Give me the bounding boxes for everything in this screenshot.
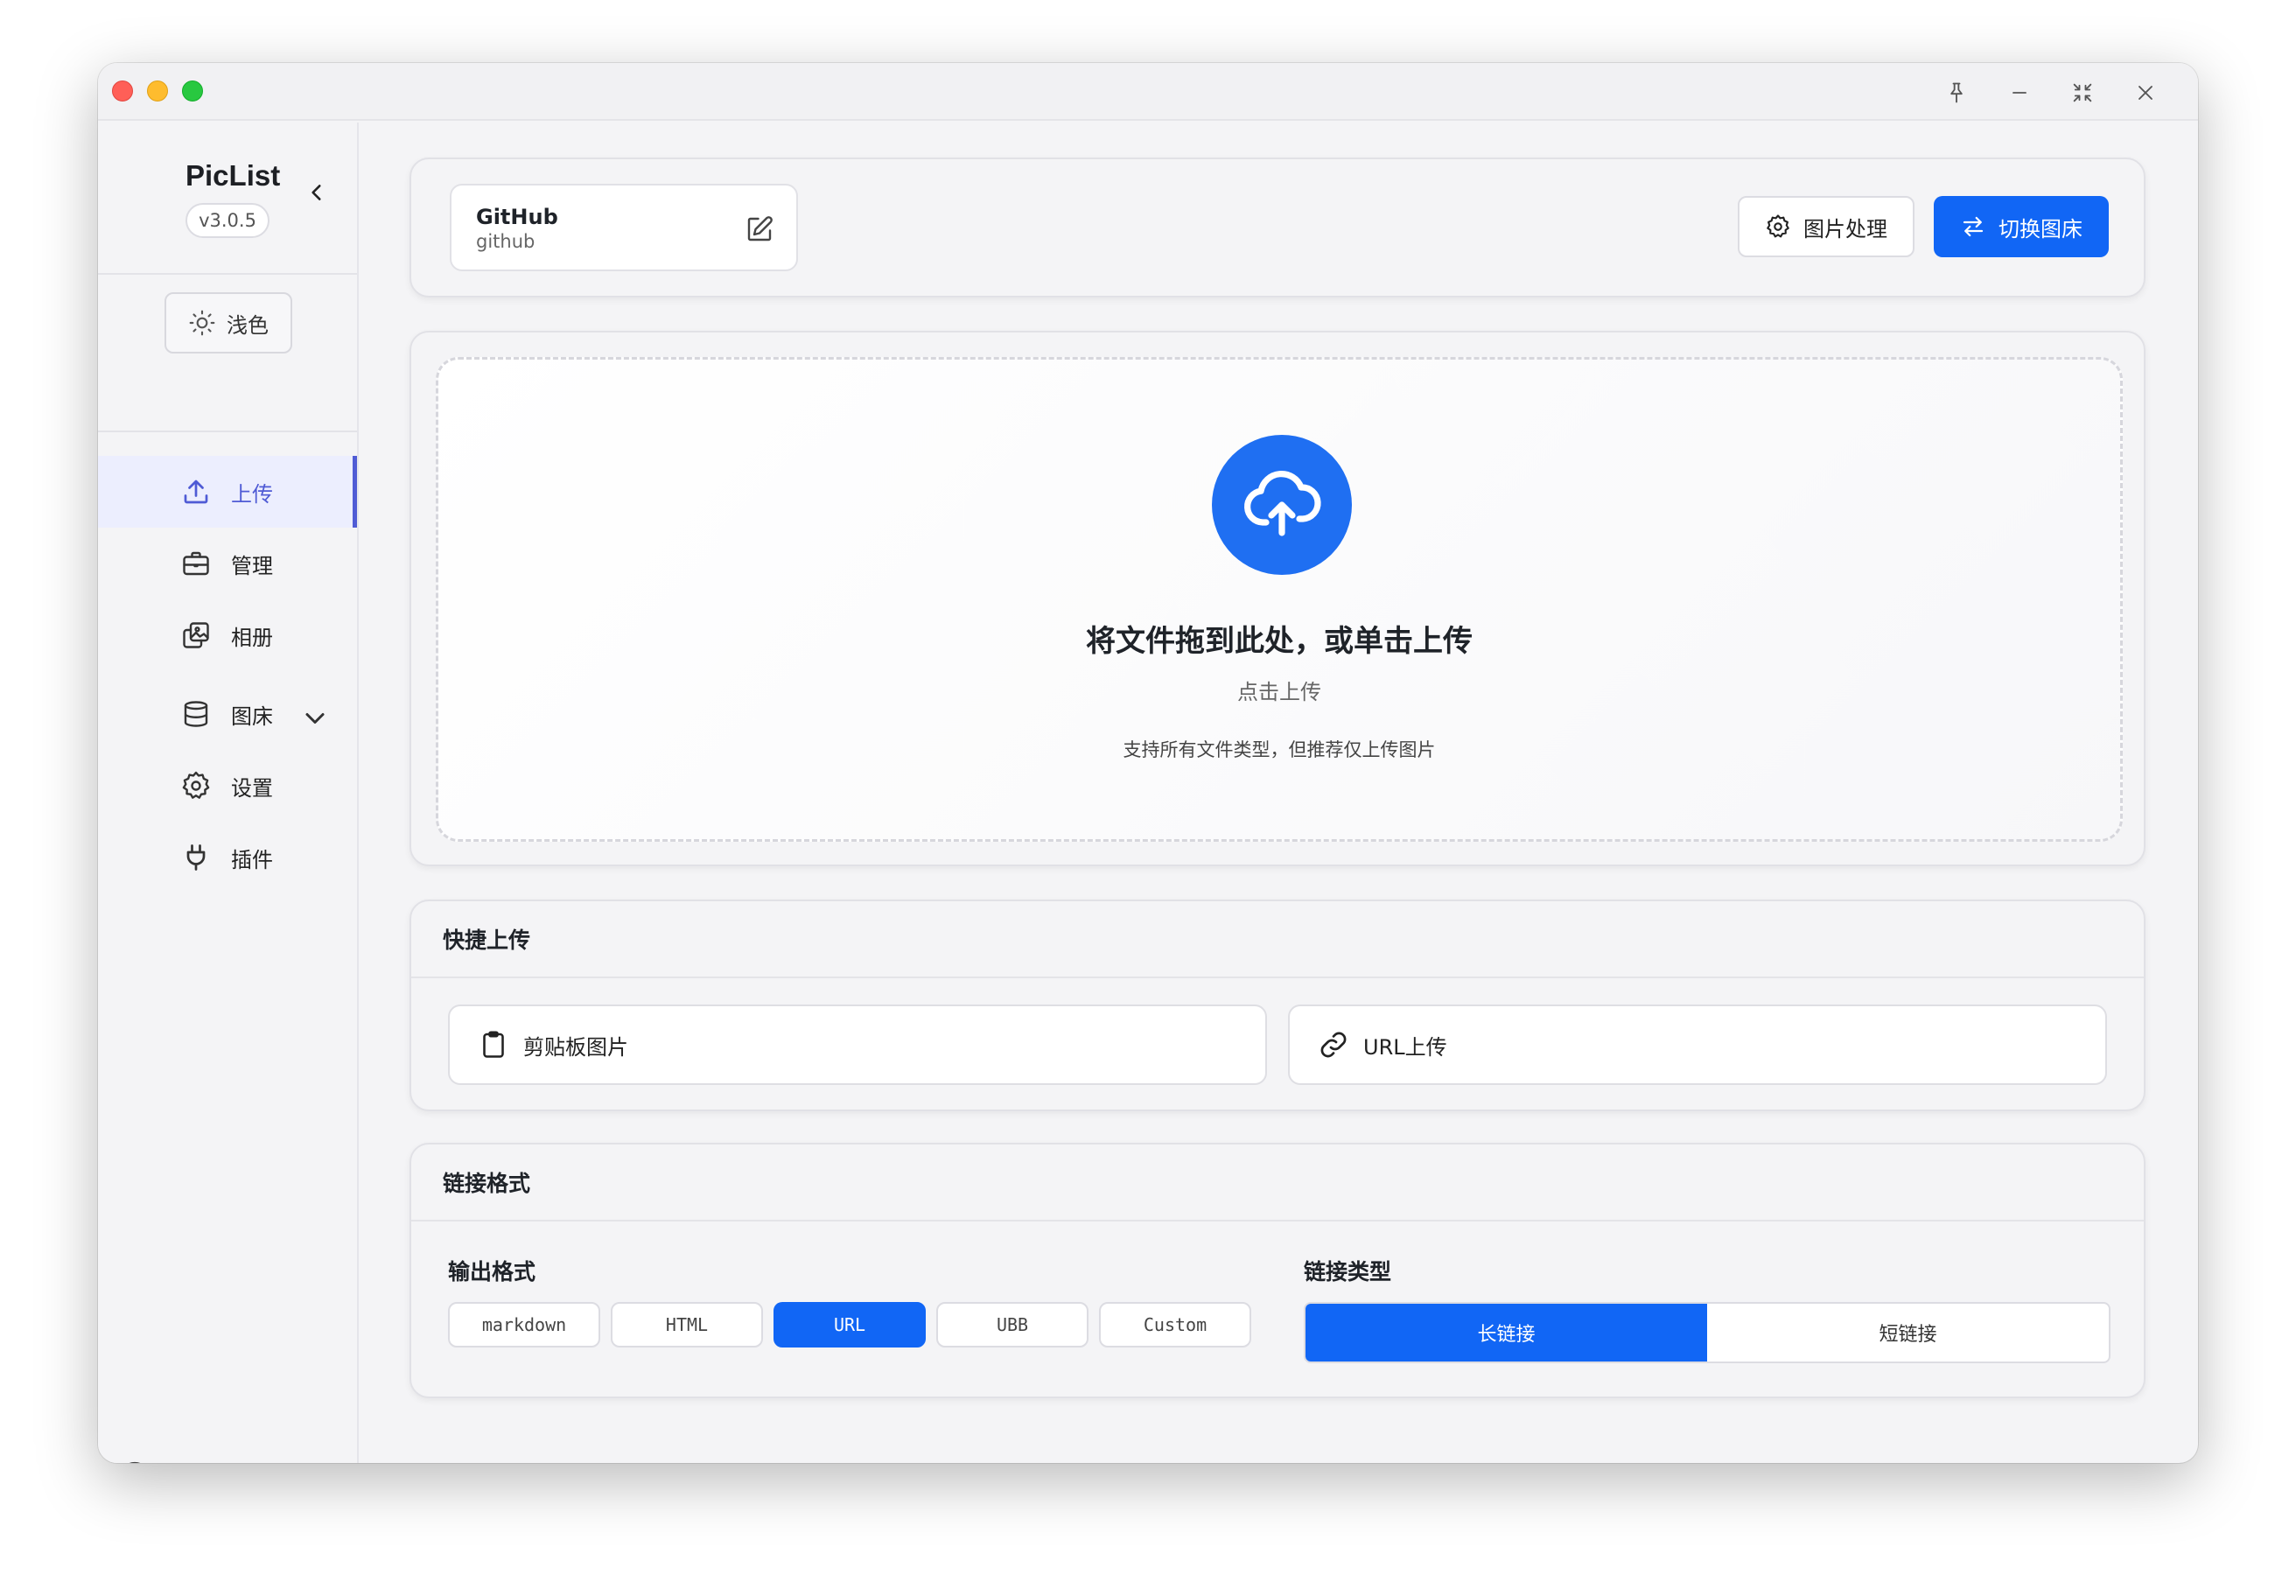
clipboard-icon [483,1031,504,1058]
sidebar-item-label: 管理 [231,553,273,578]
quick-upload-card: 快捷上传 剪贴板图片 URL上传 [410,900,2146,1111]
format-ubb-button[interactable]: UBB [936,1302,1088,1348]
zoom-window-button[interactable] [182,80,203,102]
info-icon[interactable] [117,1460,152,1463]
sun-icon [189,310,215,336]
plug-icon [186,844,206,871]
format-html-button[interactable]: HTML [611,1302,763,1348]
sidebar-item-upload[interactable]: 上传 [98,456,357,528]
drop-subtitle: 点击上传 [1237,680,1321,704]
link-icon [1320,1032,1347,1058]
database-icon [184,701,208,727]
pin-icon[interactable] [1939,75,1974,110]
clipboard-upload-button[interactable]: 剪贴板图片 [448,1004,1267,1085]
drop-title: 将文件拖到此处，或单击上传 [1086,624,1473,659]
format-markdown-button[interactable]: markdown [448,1302,600,1348]
current-provider[interactable]: GitHub github [450,184,798,271]
upload-icon [184,480,208,504]
theme-label: 浅色 [227,312,269,338]
sidebar-item-manage[interactable]: 管理 [98,528,357,599]
provider-card: GitHub github 图片处理 切换图床 [410,158,2146,298]
minimize-icon[interactable] [2002,75,2037,110]
close-window-button[interactable] [112,80,133,102]
long-link-option[interactable]: 长链接 [1306,1304,1707,1362]
provider-name: GitHub [476,205,558,229]
sidebar-item-label: 上传 [231,481,273,507]
minimize-window-button[interactable] [147,80,168,102]
sidebar-item-plugins[interactable]: 插件 [98,822,357,893]
quick-upload-title: 快捷上传 [411,901,2144,978]
drop-zone[interactable]: 将文件拖到此处，或单击上传 点击上传 支持所有文件类型，但推荐仅上传图片 [436,357,2123,842]
sidebar-divider [98,430,357,432]
gear-icon [182,771,210,799]
edit-icon[interactable] [744,214,775,245]
app-window: PicList v3.0.5 浅色 上传 管理 相册 图床 设置 插件 GitH… [98,63,2198,1463]
sidebar-item-gallery[interactable]: 相册 [98,599,357,671]
format-custom-button[interactable]: Custom [1099,1302,1251,1348]
short-link-option[interactable]: 短链接 [1707,1304,2109,1362]
sidebar-item-label: 设置 [231,775,273,801]
gallery-icon [183,622,209,648]
format-url-button[interactable]: URL [774,1302,926,1348]
cloud-upload-icon [1244,471,1321,536]
link-type-label: 链接类型 [1304,1259,1392,1284]
upload-button[interactable] [1212,435,1352,575]
provider-id: github [476,231,536,252]
sidebar-item-label: 插件 [231,847,273,872]
theme-toggle-button[interactable]: 浅色 [164,292,292,354]
chevron-down-icon[interactable] [299,703,331,734]
switch-picbed-label: 切换图床 [1998,216,2082,242]
image-process-label: 图片处理 [1803,216,1887,242]
sidebar-divider [98,273,357,275]
url-upload-button[interactable]: URL上传 [1288,1004,2107,1085]
sidebar-item-label: 相册 [231,625,273,650]
sidebar-item-label: 图床 [231,704,273,729]
version-badge: v3.0.5 [186,203,270,238]
sidebar-item-settings[interactable]: 设置 [98,750,357,822]
switch-picbed-button[interactable]: 切换图床 [1934,196,2109,257]
link-type-selector: 长链接 短链接 [1304,1302,2110,1363]
close-icon[interactable] [2128,75,2163,110]
drop-hint: 支持所有文件类型，但推荐仅上传图片 [1123,739,1436,760]
collapse-sidebar-icon[interactable] [301,177,332,208]
upload-card: 将文件拖到此处，或单击上传 点击上传 支持所有文件类型，但推荐仅上传图片 [410,331,2146,866]
link-format-title: 链接格式 [411,1144,2144,1222]
link-format-card: 链接格式 输出格式 markdown HTML URL UBB Custom 链… [410,1143,2146,1398]
title-bar [98,63,2198,121]
clipboard-label: 剪贴板图片 [523,1034,628,1060]
sidebar: PicList v3.0.5 浅色 上传 管理 相册 图床 设置 插件 [98,122,359,1463]
shrink-icon[interactable] [2065,75,2100,110]
swap-icon [1963,216,1984,237]
sidebar-item-picbed[interactable]: 图床 [98,678,357,750]
gear-icon [1767,214,1789,238]
briefcase-icon [183,551,209,576]
output-format-label: 输出格式 [448,1259,536,1284]
image-process-button[interactable]: 图片处理 [1738,196,1914,257]
app-title: PicList [186,159,281,192]
url-upload-label: URL上传 [1363,1034,1447,1060]
